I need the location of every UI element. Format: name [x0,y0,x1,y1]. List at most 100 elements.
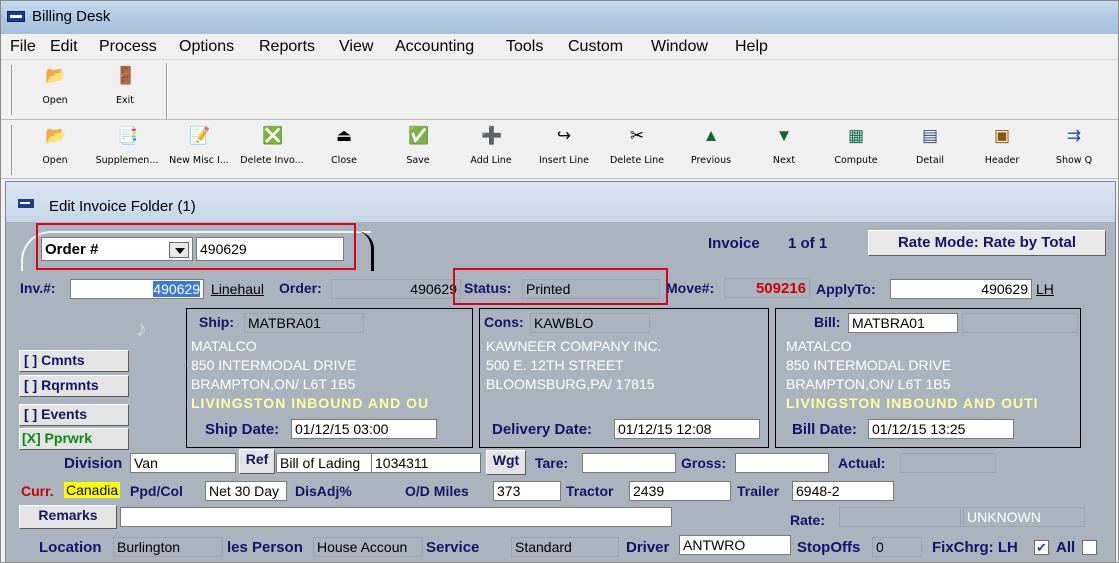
rate-label: Rate: [790,512,826,528]
location-label: Location [39,539,102,556]
rate-status: UNKNOWN [963,507,1085,527]
menu-accounting[interactable]: Accounting [395,38,474,56]
linehaul-link[interactable]: Linehaul [211,281,264,297]
toolbar-supplement-button[interactable]: 📑 Supplemen... [93,127,161,175]
all-label: All [1056,539,1076,556]
menu-reports[interactable]: Reports [259,38,315,56]
gross-label: Gross: [681,455,727,471]
menu-tools[interactable]: Tools [506,38,543,56]
ref-number-input[interactable]: 1034311 [371,453,481,473]
toolbar-add-line-button[interactable]: ➕ Add Line [463,127,519,175]
inv-number-label: Inv.#: [20,280,56,296]
trailer-input[interactable]: 6948-2 [792,481,894,501]
open-folder-icon: 📂 [45,126,67,145]
toolbar-detail-button[interactable]: ▤ Detail [907,127,953,175]
toolbar-header-button[interactable]: ▣ Header [977,127,1027,175]
paperwork-button[interactable]: [X] Pprwrk [19,428,129,450]
service-label: Service [426,539,480,556]
fixed-charge-all-checkbox[interactable] [1082,540,1097,555]
menu-help[interactable]: Help [735,38,768,56]
fixed-charge-lh-checkbox[interactable]: ✔ [1034,540,1049,555]
delivery-date-input[interactable]: 01/12/15 12:08 [614,419,760,439]
fixed-charge-label: FixChrg: LH [932,539,1018,556]
toolbar-new-misc-button[interactable]: 📝 New Misc I... [164,127,234,175]
delete-invoice-icon: ❎ [262,126,284,145]
stopoffs-label: StopOffs [797,539,861,556]
currency-value[interactable]: Canadia [64,482,121,498]
close-icon: ⏏ [335,126,353,145]
toolbar-open-invoice-button[interactable]: 📂 Open [34,127,76,175]
delete-line-icon: ✂ [629,126,645,145]
app-icon [7,11,25,22]
edit-invoice-folder-window: Edit Invoice Folder (1) Order # 490629 I… [5,181,1116,562]
menu-bar: File Edit Process Options Reports View A… [1,34,1118,60]
document-icon [18,199,34,208]
bill-code-input[interactable]: MATBRA01 [848,313,958,333]
actual-label: Actual: [838,455,886,471]
menu-file[interactable]: File [10,38,36,56]
remarks-input[interactable] [120,507,672,527]
toolbar-grip[interactable] [9,65,12,115]
bill-label: Bill: [814,314,841,330]
menu-custom[interactable]: Custom [568,38,623,56]
tare-input[interactable] [582,453,676,473]
toolbar-open-button[interactable]: 📂 Open [35,67,75,115]
menu-options[interactable]: Options [179,38,234,56]
cons-label: Cons: [484,314,524,330]
ppd-col-input[interactable]: Net 30 Day [205,481,287,501]
order-label: Order: [279,280,322,296]
requirements-button[interactable]: [ ] Rqrmnts [19,375,129,397]
rate-mode-button[interactable]: Rate Mode: Rate by Total [868,230,1106,256]
events-button[interactable]: [ ] Events [19,404,129,426]
toolbar-delete-line-button[interactable]: ✂ Delete Line [605,127,669,175]
division-input[interactable]: Van [130,453,236,473]
od-miles-input[interactable]: 373 [493,481,561,501]
toolbar-delete-invoice-button[interactable]: ❎ Delete Invo... [237,127,307,175]
comments-button[interactable]: [ ] Cmnts [19,350,129,372]
remarks-button[interactable]: Remarks [19,505,117,529]
bill-date-input[interactable]: 01/12/15 13:25 [868,419,1014,439]
toolbar-save-button[interactable]: ✅ Save [395,127,441,175]
apply-to-lh-link[interactable]: LH [1036,281,1054,297]
status-highlight-box [453,268,668,305]
ship-date-input[interactable]: 01/12/15 03:00 [291,419,437,439]
menu-edit[interactable]: Edit [50,38,78,56]
toolbar-previous-button[interactable]: ▲ Previous [683,127,739,175]
driver-input[interactable]: ANTWRO [679,535,791,555]
delivery-date-label: Delivery Date: [492,421,593,438]
ref-button[interactable]: Ref [239,449,275,474]
weight-button[interactable]: Wgt [486,450,526,475]
bill-extra-field [962,313,1078,333]
music-note-icon: ♪ [136,316,147,341]
actual-value [900,453,996,473]
toolbar-next-button[interactable]: ▼ Next [761,127,807,175]
header-icon: ▣ [993,126,1011,145]
new-misc-icon: 📝 [189,126,211,145]
cons-code: KAWBLO [530,313,650,333]
exit-door-icon: 🚪 [115,66,137,85]
tractor-input[interactable]: 2439 [629,481,731,501]
ship-label: Ship: [199,314,234,330]
ship-panel: Ship: MATBRA01 MATALCO 850 INTERMODAL DR… [186,308,473,448]
inv-number-input[interactable]: 490629 [70,279,204,299]
save-icon: ✅ [408,126,430,145]
invoice-counter: 1 of 1 [788,235,828,252]
toolbar-show-q-button[interactable]: ⇉ Show Q [1047,127,1101,175]
tractor-label: Tractor [566,483,614,499]
toolbar-close-button[interactable]: ⏏ Close [321,127,367,175]
apply-to-input[interactable]: 490629 [890,279,1032,299]
toolbar-insert-line-button[interactable]: ↪ Insert Line [533,127,595,175]
ship-code: MATBRA01 [244,313,364,333]
detail-icon: ▤ [921,126,939,145]
move-number-value: 509216 [724,278,810,298]
ref-type-input[interactable]: Bill of Lading [276,453,372,473]
gross-input[interactable] [735,453,829,473]
toolbar-compute-button[interactable]: ▦ Compute [827,127,885,175]
toolbar-exit-button[interactable]: 🚪 Exit [105,67,145,115]
next-icon: ▼ [775,126,793,145]
menu-process[interactable]: Process [99,38,157,56]
menu-window[interactable]: Window [651,38,708,56]
od-miles-label: O/D Miles [405,483,469,499]
toolbar-grip[interactable] [9,125,12,175]
menu-view[interactable]: View [339,38,373,56]
